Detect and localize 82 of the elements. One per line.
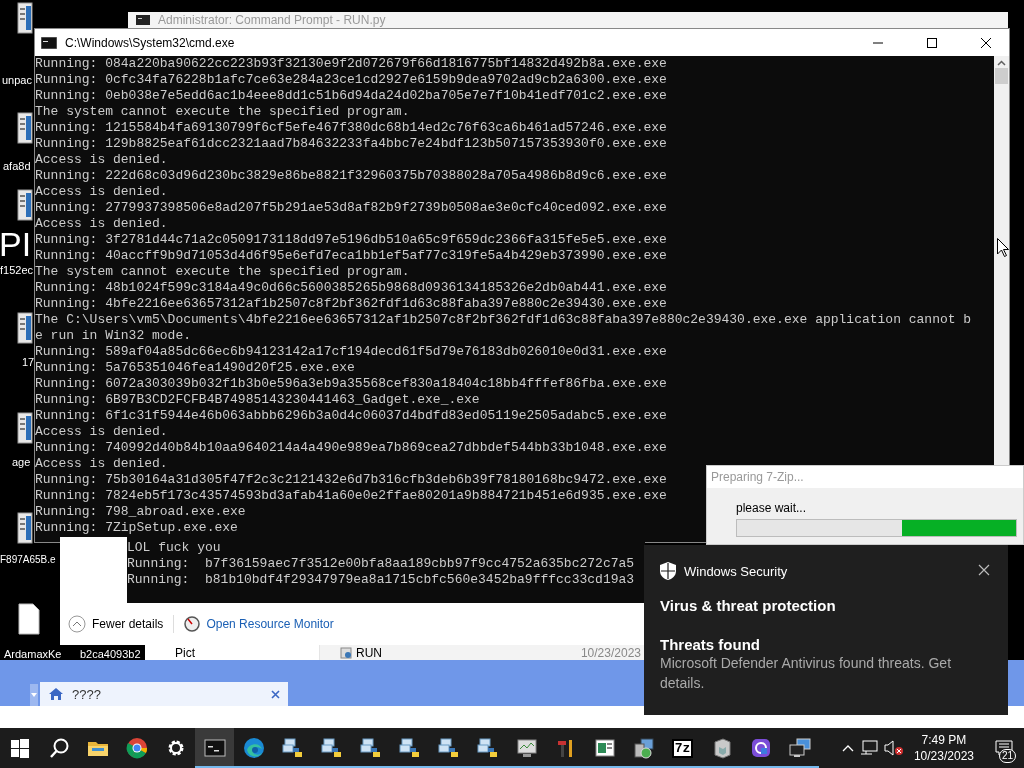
- close-icon[interactable]: [981, 37, 991, 48]
- terminal-icon[interactable]: [195, 728, 234, 768]
- notification-heading: Threats found: [660, 636, 761, 653]
- notification-title: Virus & threat protection: [660, 597, 837, 614]
- volume-muted-icon[interactable]: [883, 740, 904, 756]
- console-line: LOL fuck you: [127, 540, 221, 556]
- notification-text: Microsoft Defender Antivirus found threats. Get details.: [660, 654, 953, 693]
- console-line: Running: 3f2781d44c71a2c0509173118dd97e5196db510a65c9f659dc2366fa315fe5e5.exe.exe: [35, 232, 667, 248]
- console-line: Access is denied.: [35, 216, 168, 232]
- console-line: The system cannot execute the specified program.: [35, 104, 410, 120]
- resource-monitor-link[interactable]: Open Resource Monitor: [184, 616, 334, 632]
- console-line: Running: 6B97B3CD2FCFB4B74985143230441463_Gadget.exe_.exe: [35, 392, 480, 408]
- console-line: Running: 7ZipSetup.exe.exe: [35, 520, 238, 536]
- terminal-icon: [41, 36, 57, 49]
- scroll-thumb[interactable]: [995, 68, 1008, 84]
- file-icon[interactable]: [17, 2, 33, 34]
- console-line: Access is denied.: [35, 152, 168, 168]
- console-line: Running: 48b1024f599c3184a49c0d66c5600385265b9868d0936134185326e2db0ab441.exe.exe: [35, 280, 667, 296]
- console-line: Running: 084a220ba90622cc223b93f32130e9f2d072679f66d1816775bf14832d492b8a.exe.exe: [35, 56, 667, 72]
- console-line: Running: 75b30164a31d305f47f2c3c2121432e6d7b316cfb3deb6b39f78180168bc9472.exe.exe: [35, 472, 667, 488]
- console-line: The C:\Users\vm5\Documents\4bfe2216ee63657312af1b2507c8f2bf362fdf1d63c88faba397e880c2e39430.exe.exe application cannot b: [35, 312, 972, 328]
- browser-tab[interactable]: ????: [40, 682, 288, 706]
- icon-label[interactable]: f152ec: [0, 264, 34, 276]
- console-line: Running: 4bfe2216ee63657312af1b2507c8f2bf362fdf1d63c88faba397e880c2e39430.exe.exe: [35, 296, 667, 312]
- icon-label[interactable]: 17: [22, 356, 35, 368]
- file-icon[interactable]: [17, 603, 41, 635]
- archiver-button[interactable]: 7z: [663, 728, 702, 768]
- console-line: Running: 6072a303039b032f1b3b0e596a3eb9a35568cef830a18404c18bb4fffef86fba.exe.exe: [35, 376, 667, 392]
- icon-label[interactable]: ArdamaxKe: [4, 648, 62, 660]
- icon-label[interactable]: b2ca4093b2: [80, 648, 141, 660]
- file-name[interactable]: RUN: [356, 645, 577, 660]
- home-icon: [48, 687, 64, 701]
- app-name: Windows Security: [684, 563, 789, 579]
- console-line: Access is denied.: [35, 456, 168, 472]
- dialog-title: Preparing 7-Zip...: [707, 466, 1023, 488]
- maximize-icon[interactable]: [927, 37, 937, 48]
- console-line: Running: 6f1c31f5944e46b063abbb6296b3a0d4c06037d4bdfd83ed05119e2505adabc5.exe.exe: [35, 408, 667, 424]
- console-line: Running: b7f36159aec7f3512e00bfa8aa189cbb97f9cc4752a635bc272c7a5: [127, 556, 635, 572]
- fewer-details-button[interactable]: Fewer details: [68, 615, 164, 633]
- status-text: please wait...: [736, 501, 808, 515]
- console-line: Access is denied.: [35, 184, 168, 200]
- file-icon[interactable]: [17, 512, 33, 544]
- chevron-up-icon[interactable]: [841, 744, 854, 752]
- console-line: The system cannot execute the specified program.: [35, 264, 410, 280]
- console-line: Running: 798_abroad.exe.exe: [35, 504, 246, 520]
- terminal-icon: [136, 15, 150, 25]
- scroll-up-icon[interactable]: [997, 60, 1006, 66]
- wallpaper-text: PI: [0, 227, 32, 261]
- shield-icon: [660, 562, 676, 580]
- icon-label[interactable]: age: [12, 456, 31, 468]
- collapse-icon[interactable]: [68, 615, 86, 633]
- sidebar-item[interactable]: Pict: [175, 645, 195, 660]
- file-date: 10/23/2023: [580, 645, 642, 660]
- icon-label[interactable]: afa8d: [3, 160, 31, 172]
- notifications-button[interactable]: 21: [984, 728, 1024, 768]
- console-line: e run in Win32 mode.: [35, 328, 192, 344]
- console-line: Running: 5a765351046fea1490d20f25.exe.exe: [35, 360, 355, 376]
- console-line: Running: 129b8825eaf61dcc2321aad7b84632233fa4bbc7e24bdf123b507157353930f0.exe.exe: [35, 136, 667, 152]
- icon-label[interactable]: unpac: [2, 74, 32, 86]
- clock[interactable]: 7:49 PM 10/23/2023: [909, 732, 978, 764]
- network-icon[interactable]: [859, 740, 878, 756]
- icon-label[interactable]: F897A65B.e: [0, 554, 56, 565]
- console-line: Running: 222d68c03d96d230bc3829e86be8821f32960375b70388028a705a4986b8d9c6.exe.exe: [35, 168, 667, 184]
- console-line: Running: 2779937398506e8ad207f5b291ae53d8af82b9f2739b0508ae3e0cfc40ced092.exe.exe: [35, 200, 667, 216]
- console-line: Running: b81b10bdf4f29347979ea8a1715cbfc560e3452ba9fffcc33cd19a3: [127, 572, 635, 588]
- console-line: Access is denied.: [35, 424, 168, 440]
- console-line: Running: 1215584b4fa69130799f6cf5efe467f380dc68b14ed2c76f63ca6b461ad57246.exe.exe: [35, 120, 667, 136]
- console-line: Running: 740992d40b84b10aa9640214a4a490e989ea7b869cea27dbbdef544bb33b1048.exe.exe: [35, 440, 667, 456]
- file-icon[interactable]: [17, 112, 33, 144]
- gauge-icon[interactable]: [184, 616, 201, 632]
- console-line: Running: 7824eb5f173c43574593bd3afab41a60e0e2ffae80201a9b884721b451e6d935.exe.exe: [35, 488, 667, 504]
- file-icon[interactable]: [17, 189, 33, 221]
- close-button[interactable]: [978, 564, 992, 578]
- file-icon[interactable]: [17, 312, 33, 344]
- console-line: Running: 0cfc34fa76228b1afc7ce63e284a23ce1cd2927e6159b9dea9702ad9cb2a6300.exe.exe: [35, 72, 667, 88]
- file-icon[interactable]: [17, 412, 33, 444]
- console-line: Running: 589af04a85dc66ec6b94123142a17cf194decd61f5d79e76183db026010e0d31.exe.exe: [35, 344, 667, 360]
- window-title: Administrator: Command Prompt - RUN.py: [158, 13, 386, 27]
- console-line: Running: 40accff9b9d71053d4d6f95e6efd7eca1bb1ef5af77c319fe5a4b429eb373990.exe.exe: [35, 248, 667, 264]
- console-line: Running: 0eb038e7e5edd6ac1b4eee8dd1c51b6d94da24d02ba705e7e7f10b41edf701c2.exe.exe: [35, 88, 667, 104]
- window-title: C:\Windows\System32\cmd.exe: [65, 35, 236, 50]
- script-file-icon: [340, 646, 352, 659]
